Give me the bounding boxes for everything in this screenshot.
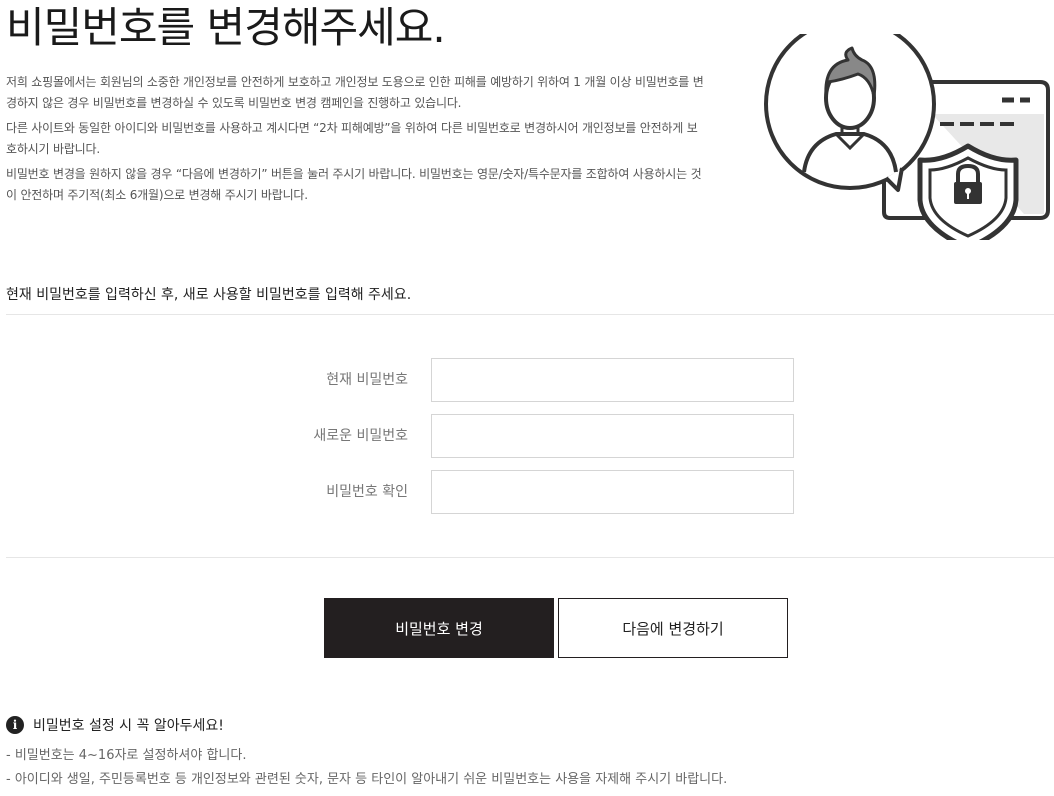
notice-list: - 비밀번호는 4~16자로 설정하셔야 합니다. - 아이디와 생일, 주민등… xyxy=(6,744,1046,792)
current-password-row: 현재 비밀번호 xyxy=(0,358,1054,402)
change-later-button[interactable]: 다음에 변경하기 xyxy=(558,598,788,658)
divider xyxy=(6,557,1054,558)
current-password-input[interactable] xyxy=(431,358,794,402)
intro-paragraph: 다른 사이트와 동일한 아이디와 비밀번호를 사용하고 계시다면 “2차 피해예… xyxy=(6,121,698,156)
confirm-password-label: 비밀번호 확인 xyxy=(326,484,408,500)
confirm-password-row: 비밀번호 확인 xyxy=(0,470,1054,514)
intro-paragraph: 저희 쇼핑몰에서는 회원님의 소중한 개인정보를 안전하게 보호하고 개인정보 … xyxy=(6,75,704,110)
confirm-password-input[interactable] xyxy=(431,470,794,514)
current-password-label: 현재 비밀번호 xyxy=(326,372,408,388)
notice-item: - 아이디와 생일, 주민등록번호 등 개인정보와 관련된 숫자, 문자 등 타… xyxy=(6,772,728,787)
notice-item: - 비밀번호는 4~16자로 설정하셔야 합니다. xyxy=(6,748,247,763)
page-title: 비밀번호를 변경해주세요. xyxy=(6,3,446,52)
notice-title-row: i 비밀번호 설정 시 꼭 알아두세요! xyxy=(6,714,1046,736)
info-icon: i xyxy=(6,716,24,734)
new-password-row: 새로운 비밀번호 xyxy=(0,414,1054,458)
intro-text: 저희 쇼핑몰에서는 회원님의 소중한 개인정보를 안전하게 보호하고 개인정보 … xyxy=(6,72,706,210)
new-password-label: 새로운 비밀번호 xyxy=(313,428,408,444)
divider xyxy=(6,314,1054,315)
intro-paragraph: 비밀번호 변경을 원하지 않을 경우 “다음에 변경하기” 버튼을 눌러 주시기… xyxy=(6,167,702,202)
form-instruction: 현재 비밀번호를 입력하신 후, 새로 사용할 비밀번호를 입력해 주세요. xyxy=(6,287,412,303)
change-password-button[interactable]: 비밀번호 변경 xyxy=(324,598,554,658)
notice-title: 비밀번호 설정 시 꼭 알아두세요! xyxy=(33,718,224,734)
notice-section: i 비밀번호 설정 시 꼭 알아두세요! - 비밀번호는 4~16자로 설정하셔… xyxy=(6,714,1046,792)
new-password-input[interactable] xyxy=(431,414,794,458)
user-security-illustration-icon xyxy=(764,34,1050,240)
